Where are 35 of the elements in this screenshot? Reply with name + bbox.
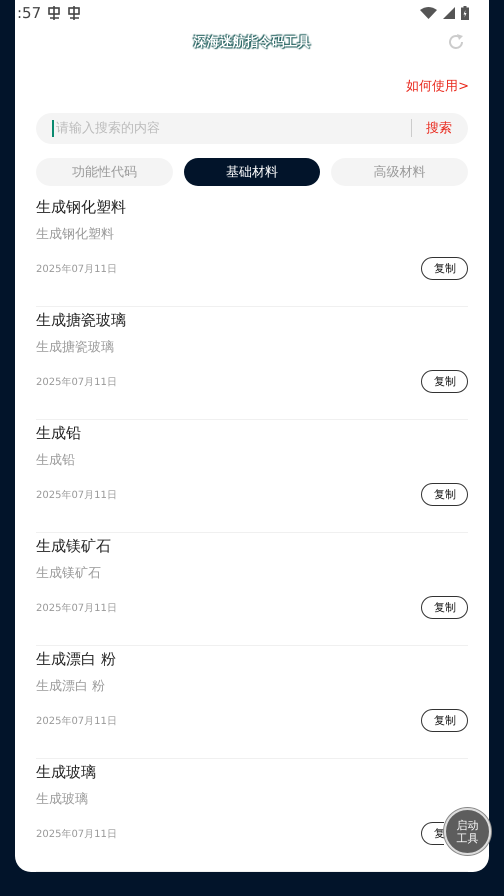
- item-date: 2025年07月11日: [36, 602, 117, 614]
- copy-button[interactable]: 复制: [421, 709, 468, 732]
- item-title: 生成漂白 粉: [36, 650, 117, 669]
- search-button[interactable]: 搜索: [426, 119, 452, 138]
- item-subtitle: 生成铅: [36, 452, 76, 469]
- item-subtitle: 生成镁矿石: [36, 565, 102, 582]
- item-title: 生成铅: [36, 424, 82, 443]
- item-subtitle: 生成玻璃: [36, 791, 89, 808]
- item-title: 生成镁矿石: [36, 537, 112, 556]
- refresh-icon[interactable]: [447, 32, 465, 51]
- help-link[interactable]: 如何使用>: [406, 76, 469, 96]
- category-tab[interactable]: 基础材料: [184, 158, 320, 186]
- wifi-icon: [420, 7, 437, 20]
- copy-button[interactable]: 复制: [421, 257, 468, 280]
- search-field[interactable]: 请输入搜索的内容 搜索: [36, 112, 468, 144]
- item-date: 2025年07月11日: [36, 488, 117, 502]
- copy-button[interactable]: 复制: [421, 596, 468, 619]
- item-subtitle: 生成漂白 粉: [36, 678, 106, 695]
- status-time: :57: [17, 4, 42, 22]
- copy-button[interactable]: 复制: [421, 483, 468, 506]
- item-title: 生成钢化塑料: [36, 198, 127, 217]
- app-title: 深海迷航指令码工具: [194, 32, 310, 51]
- item-title: 生成玻璃: [36, 763, 97, 782]
- item-date: 2025年07月11日: [36, 376, 117, 388]
- item-title: 生成搪瓷玻璃: [36, 311, 127, 330]
- battery-icon: [461, 6, 469, 20]
- item-date: 2025年07月11日: [36, 828, 117, 840]
- item-subtitle: 生成搪瓷玻璃: [36, 339, 115, 356]
- search-input[interactable]: 请输入搜索的内容: [52, 120, 397, 137]
- signal-icon: [443, 7, 455, 20]
- item-date: 2025年07月11日: [36, 714, 117, 728]
- copy-button[interactable]: 复制: [421, 370, 468, 393]
- copy-button[interactable]: 复: [421, 822, 444, 845]
- item-subtitle: 生成钢化塑料: [36, 226, 115, 243]
- item-date: 2025年07月11日: [36, 262, 117, 276]
